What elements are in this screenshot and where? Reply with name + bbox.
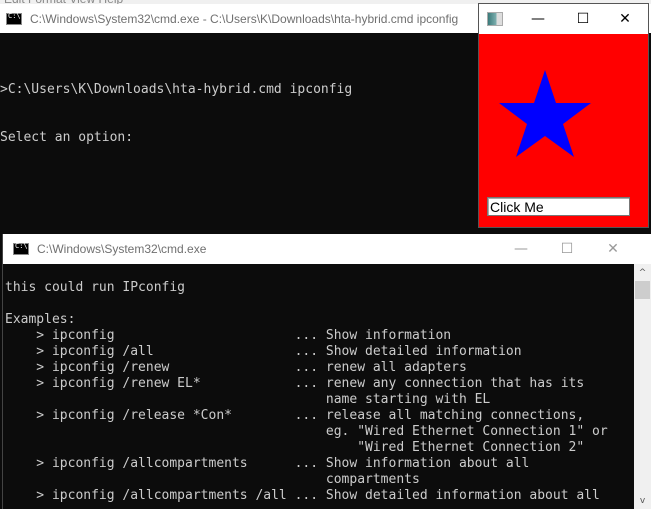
maximize-button[interactable]: ☐ bbox=[544, 234, 590, 264]
hta-window: — ☐ ✕ Click Me bbox=[478, 3, 649, 228]
vertical-scrollbar[interactable]: ^ v bbox=[634, 264, 651, 509]
blue-star bbox=[499, 70, 591, 157]
maximize-button[interactable]: ☐ bbox=[561, 4, 605, 34]
console-line: Examples: bbox=[5, 312, 76, 327]
cmd-window-secondary-titlebar[interactable]: C:\Windows\System32\cmd.exe — ☐ ✕ bbox=[3, 234, 651, 264]
scroll-up-icon[interactable]: ^ bbox=[634, 264, 651, 281]
console-line: > ipconfig /all ... Show detailed inform… bbox=[5, 344, 522, 359]
console-line: compartments bbox=[5, 472, 420, 487]
window-title: C:\Windows\System32\cmd.exe bbox=[37, 242, 207, 256]
console-line: > ipconfig /allcompartments ... Show inf… bbox=[5, 456, 530, 471]
click-me-button[interactable]: Click Me bbox=[487, 197, 630, 216]
scroll-thumb[interactable] bbox=[635, 281, 650, 299]
console-output: >C:\Users\K\Downloads\hta-hybrid.cmd ipc… bbox=[0, 50, 352, 178]
cmd-window-secondary: C:\Windows\System32\cmd.exe — ☐ ✕ this c… bbox=[2, 234, 651, 509]
hta-titlebar[interactable]: — ☐ ✕ bbox=[479, 4, 648, 34]
console-output: this could run IPconfig Examples: > ipcon… bbox=[5, 280, 608, 504]
console-line: this could run IPconfig bbox=[5, 280, 186, 295]
console-line: > ipconfig ... Show information bbox=[5, 328, 452, 343]
console-line: name starting with EL bbox=[5, 392, 491, 407]
window-title: C:\Windows\System32\cmd.exe - C:\Users\K… bbox=[30, 11, 459, 26]
console-line: "Wired Ethernet Connection 2" bbox=[5, 440, 585, 455]
minimize-button[interactable]: — bbox=[516, 4, 560, 34]
console-line: Select an option: bbox=[0, 130, 134, 145]
console-line: > ipconfig /renew EL* ... renew any conn… bbox=[5, 376, 585, 391]
close-button[interactable]: ✕ bbox=[603, 4, 647, 34]
console-line: > ipconfig /renew ... renew all adapters bbox=[5, 360, 467, 375]
hta-app-icon bbox=[487, 12, 503, 26]
cmd-icon bbox=[6, 12, 22, 25]
star-icon bbox=[499, 70, 591, 157]
console-line: eg. "Wired Ethernet Connection 1" or bbox=[5, 424, 608, 439]
minimize-button[interactable]: — bbox=[498, 234, 544, 264]
console-line: > ipconfig /release *Con* ... release al… bbox=[5, 408, 585, 423]
scroll-down-icon[interactable]: v bbox=[634, 492, 651, 509]
close-button[interactable]: ✕ bbox=[590, 234, 636, 264]
console-line: > ipconfig /allcompartments /all ... Sho… bbox=[5, 488, 600, 503]
console-line: >C:\Users\K\Downloads\hta-hybrid.cmd ipc… bbox=[0, 82, 353, 97]
cmd-icon bbox=[13, 242, 29, 255]
